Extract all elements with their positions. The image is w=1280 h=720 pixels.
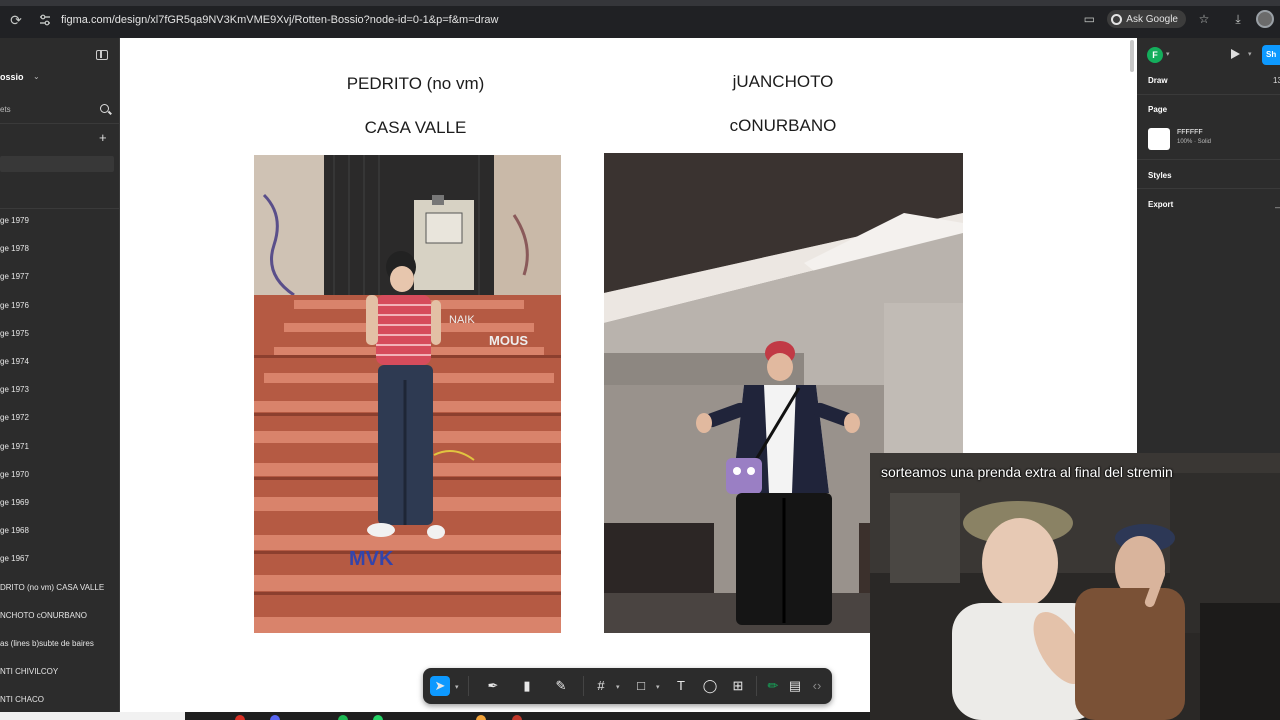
right-title-line-1[interactable]: jUANCHOTO [700,72,866,92]
properties-panel: F ▾ ▾ Sh Draw 13 Page FFFFFF 100% · Soli… [1137,38,1280,453]
panel-divider [1137,188,1280,189]
zoom-level[interactable]: 13 [1273,76,1280,85]
ask-google-button[interactable]: Ask Google [1107,10,1186,28]
assets-label[interactable]: ets [0,105,11,114]
panel-divider [0,123,119,124]
pencil-icon[interactable]: ✎ [551,676,571,696]
layer-item[interactable]: ge 1976 [0,301,29,310]
profile-avatar[interactable] [1256,10,1274,28]
project-name[interactable]: ossio [0,72,24,82]
layer-item[interactable]: ge 1974 [0,357,29,366]
layer-item[interactable]: ge 1971 [0,442,29,451]
tab-draw[interactable]: Draw [1148,76,1168,85]
layers-panel: ossio ⌄ ets + ge 1979 ge 1978 ge 1977 ge 19… [0,38,120,712]
search-icon[interactable] [100,104,109,113]
chevron-down-icon[interactable]: ⌄ [33,72,40,81]
dev-mode-icon[interactable]: ‹› [807,676,827,696]
address-bar[interactable]: figma.com/design/xl7fGR5qa9NV3KmVME9Xvj/… [61,14,498,26]
user-avatar[interactable]: F [1147,47,1163,63]
ask-google-label: Ask Google [1126,13,1178,25]
app-icon[interactable] [270,715,280,720]
layer-item[interactable]: ge 1967 [0,554,29,563]
chevron-down-icon[interactable]: ▾ [1248,50,1252,58]
export-heading[interactable]: Export [1148,200,1173,209]
toolbar-divider [468,676,469,696]
site-settings-icon[interactable] [38,13,52,27]
browser-toolbar: ⟳ figma.com/design/xl7fGR5qa9NV3KmVME9Xv… [0,0,1280,38]
toolbar-divider [583,676,584,696]
pen-marker-icon[interactable]: ✒ [483,676,503,696]
text-tool-icon[interactable]: T [671,676,691,696]
browser-actions: ▭ Ask Google ☆ ⤓ [1081,10,1274,28]
app-icon[interactable] [235,715,245,720]
download-icon[interactable]: ⤓ [1230,11,1246,27]
reload-icon[interactable]: ⟳ [8,12,24,28]
add-page-icon[interactable]: + [99,130,107,145]
page-fill-hex[interactable]: FFFFFF [1177,129,1203,136]
tab-search-icon[interactable]: ▭ [1081,11,1097,27]
right-title-line-2[interactable]: cONURBANO [700,116,866,136]
toolbar-divider [756,676,757,696]
left-title-line-1[interactable]: PEDRITO (no vm) [330,74,501,94]
canvas-scrollbar[interactable] [1130,40,1134,72]
chevron-down-icon[interactable]: ▾ [455,683,459,691]
layer-item[interactable]: DRITO (no vm) CASA VALLE [0,583,104,592]
share-button[interactable]: Sh [1262,45,1280,65]
svg-text:MVK: MVK [349,548,394,570]
bookmark-star-icon[interactable]: ☆ [1196,11,1212,27]
streamer-webcam [870,453,1280,720]
chevron-down-icon[interactable]: ▾ [1166,50,1170,58]
highlighter-icon[interactable]: ▮ [517,676,537,696]
frame-tool-icon[interactable]: # [591,676,611,696]
page-heading: Page [1148,105,1168,114]
selected-page-row[interactable] [0,156,114,172]
app-icon[interactable] [338,715,348,720]
bottom-toolbar: ➤ ▾ ✒ ▮ ✎ # ▾ □ ▾ T ◯ ⊞ ✏ ▤ ‹› [423,668,832,704]
svg-text:MOUS: MOUS [489,333,528,348]
panel-toggle-icon[interactable] [96,50,108,60]
layer-item[interactable]: NCHOTO cONURBANO [0,611,87,620]
layer-item[interactable]: ge 1979 [0,216,29,225]
chevron-down-icon[interactable]: ▾ [616,683,620,691]
play-icon[interactable] [1231,49,1240,59]
layer-item[interactable]: ge 1970 [0,470,29,479]
add-export-icon[interactable]: – [1275,202,1280,212]
layer-item[interactable]: ge 1978 [0,244,29,253]
components-icon[interactable]: ⊞ [728,676,748,696]
app-icon[interactable] [373,715,383,720]
layer-item[interactable]: as (lines b)subte de baires [0,639,94,648]
panel-divider [0,208,119,209]
layer-item[interactable]: ge 1975 [0,329,29,338]
chevron-down-icon[interactable]: ▾ [656,683,660,691]
app-icon[interactable] [476,715,486,720]
rectangle-tool-icon[interactable]: □ [631,676,651,696]
app-icon[interactable] [512,715,522,720]
layer-item[interactable]: ge 1973 [0,385,29,394]
layer-item[interactable]: ge 1977 [0,272,29,281]
draw-mode-icon[interactable]: ✏ [763,676,783,696]
layer-item[interactable]: ge 1972 [0,413,29,422]
panel-divider [1137,94,1280,95]
design-mode-icon[interactable]: ▤ [785,676,805,696]
layer-item[interactable]: NTI CHIVILCOY [0,667,58,676]
stream-caption: sorteamos una prenda extra al final del … [881,464,1173,480]
styles-heading[interactable]: Styles [1148,171,1172,180]
taskbar-strip [0,712,870,720]
layer-item[interactable]: ge 1969 [0,498,29,507]
panel-divider [1137,159,1280,160]
move-tool-icon[interactable]: ➤ [430,676,450,696]
svg-text:NAIK: NAIK [449,314,475,326]
taskbar-light-area [0,712,185,720]
comment-tool-icon[interactable]: ◯ [700,676,720,696]
google-lens-icon [1111,13,1123,25]
page-fill-opacity: 100% · Solid [1177,139,1212,145]
photo-pedrito-casa-valle[interactable]: MOUS NAIK MVK [254,155,561,633]
layer-item[interactable]: NTI CHACO [0,695,44,704]
layer-item[interactable]: ge 1968 [0,526,29,535]
left-title-line-2[interactable]: CASA VALLE [330,118,501,138]
browser-tab-strip [0,0,1280,6]
page-fill-swatch[interactable] [1148,128,1170,150]
